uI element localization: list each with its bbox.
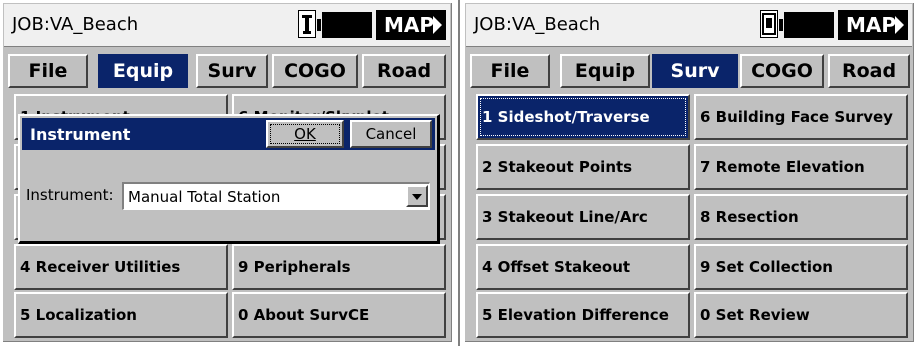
play-arrow-icon <box>895 16 904 34</box>
menu-remote-elevation[interactable]: 7 Remote Elevation <box>694 144 908 190</box>
instrument-field-label: Instrument: <box>26 186 114 204</box>
map-button[interactable]: MAP <box>838 10 908 40</box>
tab-surv[interactable]: Surv <box>196 54 268 88</box>
tab-road[interactable]: Road <box>828 54 910 88</box>
tab-file[interactable]: File <box>8 54 88 88</box>
tab-surv[interactable]: Surv <box>652 54 738 88</box>
instrument-status-icon[interactable] <box>760 10 778 38</box>
menu-resection[interactable]: 8 Resection <box>694 194 908 240</box>
menu-peripherals[interactable]: 9 Peripherals <box>232 244 446 290</box>
instrument-select[interactable]: Manual Total Station <box>122 182 430 210</box>
menu-receiver-utilities[interactable]: 4 Receiver Utilities <box>14 244 228 290</box>
battery-icon <box>779 12 834 38</box>
ok-button[interactable]: OK <box>266 120 344 148</box>
ok-label: OK <box>294 125 316 143</box>
job-title: JOB:VA_Beach <box>474 14 601 35</box>
tab-equip[interactable]: Equip <box>98 54 188 88</box>
play-arrow-icon <box>433 16 442 34</box>
cancel-button[interactable]: Cancel <box>350 120 432 148</box>
title-bar: JOB:VA_Beach MAP <box>466 4 912 47</box>
job-title: JOB:VA_Beach <box>12 14 139 35</box>
dialog-title: Instrument <box>30 125 131 144</box>
surv-screen: JOB:VA_Beach MAP File Equip Surv COGO Ro… <box>464 2 914 342</box>
instrument-status-icon[interactable] <box>298 10 316 38</box>
map-label: MAP <box>384 13 435 37</box>
menu-stakeout-line-arc[interactable]: 3 Stakeout Line/Arc <box>476 194 690 240</box>
cancel-label: Cancel <box>365 125 417 143</box>
dialog-title-bar: Instrument OK Cancel <box>22 118 435 150</box>
tab-cogo[interactable]: COGO <box>272 54 358 88</box>
menu-building-face-survey[interactable]: 6 Building Face Survey <box>694 94 908 140</box>
menu-set-collection[interactable]: 9 Set Collection <box>694 244 908 290</box>
menu-set-review[interactable]: 0 Set Review <box>694 292 908 338</box>
screen-divider <box>458 0 460 346</box>
menu-localization[interactable]: 5 Localization <box>14 292 228 338</box>
instrument-dialog: Instrument OK Cancel Instrument: Manual … <box>18 114 440 244</box>
title-bar: JOB:VA_Beach MAP <box>4 4 450 47</box>
tab-file[interactable]: File <box>470 54 550 88</box>
battery-icon <box>317 12 372 38</box>
menu-stakeout-points[interactable]: 2 Stakeout Points <box>476 144 690 190</box>
dropdown-arrow-icon[interactable] <box>406 185 428 207</box>
equip-screen: JOB:VA_Beach MAP File Equip Surv COGO Ro… <box>2 2 452 342</box>
map-button[interactable]: MAP <box>376 10 446 40</box>
instrument-select-value: Manual Total Station <box>128 188 281 206</box>
menu-offset-stakeout[interactable]: 4 Offset Stakeout <box>476 244 690 290</box>
tab-road[interactable]: Road <box>362 54 446 88</box>
main-tabs: File Equip Surv COGO Road <box>4 50 450 92</box>
main-tabs: File Equip Surv COGO Road <box>466 50 912 92</box>
menu-sideshot-traverse[interactable]: 1 Sideshot/Traverse <box>476 94 690 140</box>
map-label: MAP <box>846 13 897 37</box>
tab-equip[interactable]: Equip <box>560 54 650 88</box>
menu-elevation-difference[interactable]: 5 Elevation Difference <box>476 292 690 338</box>
menu-about-survce[interactable]: 0 About SurvCE <box>232 292 446 338</box>
tab-cogo[interactable]: COGO <box>740 54 824 88</box>
